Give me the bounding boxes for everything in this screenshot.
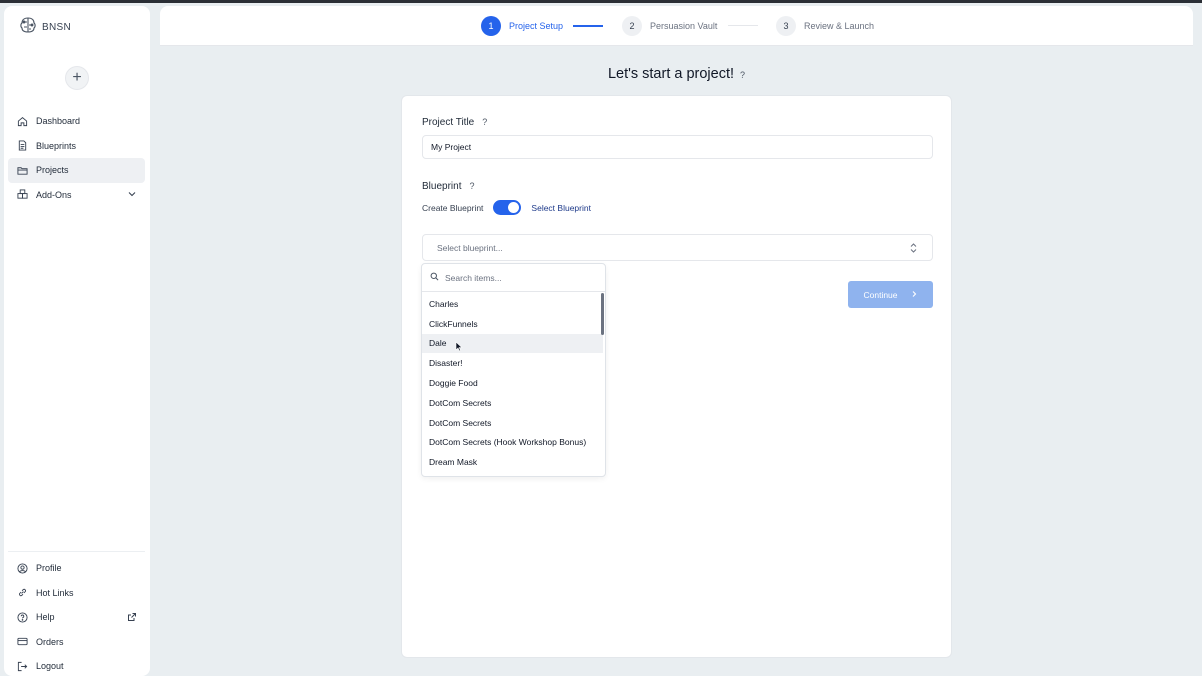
blueprint-label: Blueprint? — [422, 181, 474, 192]
folder-icon — [16, 164, 28, 176]
mouse-cursor-icon — [455, 341, 463, 352]
project-title-input[interactable]: My Project — [422, 135, 933, 159]
sidebar-item-label: Orders — [36, 636, 64, 647]
step-label: Review & Launch — [804, 21, 875, 31]
page-title-text: Let's start a project! — [607, 66, 735, 82]
step-label: Persuasion Vault — [650, 21, 718, 31]
sidebar-item-add-ons[interactable]: Add-Ons — [8, 183, 145, 208]
toggle-knob — [508, 202, 520, 213]
continue-button[interactable]: Continue — [848, 281, 933, 308]
search-icon — [430, 272, 445, 283]
dropdown-option[interactable]: DotCom Secrets — [422, 393, 603, 413]
dropdown-option[interactable]: Dream Mask — [422, 452, 603, 472]
brain-logo-icon — [18, 15, 38, 40]
step-label: Project Setup — [509, 21, 564, 31]
sidebar-item-label: Profile — [36, 563, 62, 574]
blueprint-select[interactable]: Select blueprint... — [422, 234, 933, 261]
blueprint-dropdown: Search items... Charles ClickFunnels Dal… — [421, 263, 606, 477]
chevron-updown-icon — [909, 242, 918, 254]
user-icon — [16, 562, 28, 574]
sidebar-item-blueprints[interactable]: Blueprints — [8, 134, 145, 159]
step-review-launch[interactable]: 3 Review & Launch — [776, 16, 874, 36]
dropdown-search-placeholder: Search items... — [445, 272, 502, 283]
sidebar-item-label: Blueprints — [36, 140, 77, 151]
dropdown-option[interactable]: Doggie Food — [422, 373, 603, 393]
sidebar-item-label: Add-Ons — [36, 189, 72, 200]
blueprint-select-placeholder: Select blueprint... — [437, 242, 503, 253]
card-icon — [16, 636, 28, 648]
home-icon — [16, 115, 28, 127]
dropdown-option-hovered[interactable]: Dale — [422, 333, 603, 354]
progress-stepper: 1 Project Setup 2 Persuasion Vault 3 Rev… — [160, 6, 1193, 46]
help-icon[interactable]: ? — [482, 117, 487, 127]
plus-icon: + — [72, 69, 82, 86]
step-number: 3 — [776, 16, 796, 36]
step-connector-active — [573, 25, 603, 27]
step-project-setup[interactable]: 1 Project Setup — [481, 16, 563, 36]
external-link-icon — [126, 611, 137, 622]
sidebar-item-projects[interactable]: Projects — [8, 158, 145, 183]
sidebar-nav: Dashboard Blueprints Projects Add-Ons — [8, 109, 145, 207]
continue-button-label: Continue — [863, 289, 898, 300]
dropdown-scrollbar[interactable] — [601, 293, 604, 335]
project-title-label: Project Title? — [422, 117, 487, 128]
sidebar-item-label: Projects — [36, 165, 69, 176]
document-icon — [16, 140, 28, 152]
chevron-right-icon — [910, 290, 918, 300]
sidebar-item-label: Dashboard — [36, 116, 81, 127]
blueprint-mode-toggle-row: Create Blueprint Select Blueprint — [422, 200, 591, 215]
sidebar-bottom-nav: Profile Hot Links Help Orders Logout — [8, 551, 145, 676]
new-project-button[interactable]: + — [65, 66, 89, 90]
select-blueprint-option[interactable]: Select Blueprint — [531, 203, 591, 213]
dropdown-option[interactable]: DotCom Secrets (Hook Workshop Bonus) — [422, 433, 603, 453]
step-persuasion-vault[interactable]: 2 Persuasion Vault — [622, 16, 717, 36]
link-icon — [16, 587, 28, 599]
sidebar-item-hot-links[interactable]: Hot Links — [8, 581, 145, 606]
project-title-value: My Project — [431, 142, 472, 152]
sidebar-item-profile[interactable]: Profile — [8, 556, 145, 581]
brand-name: BNSN — [42, 22, 71, 33]
project-title-label-text: Project Title — [422, 117, 475, 128]
sidebar-item-dashboard[interactable]: Dashboard — [8, 109, 145, 134]
logout-icon — [16, 660, 28, 672]
chevron-down-icon[interactable] — [126, 189, 137, 200]
dropdown-option[interactable]: Charles — [422, 294, 603, 314]
step-connector — [728, 25, 758, 26]
blueprint-label-text: Blueprint — [422, 181, 462, 192]
step-number: 2 — [622, 16, 642, 36]
sidebar-item-orders[interactable]: Orders — [8, 630, 145, 655]
sidebar-item-logout[interactable]: Logout — [8, 654, 145, 676]
sidebar-item-help[interactable]: Help — [8, 605, 145, 630]
dropdown-option[interactable]: Disaster! — [422, 353, 603, 373]
blueprint-mode-toggle[interactable] — [493, 200, 522, 215]
sidebar-item-label: Help — [36, 612, 55, 623]
create-blueprint-option[interactable]: Create Blueprint — [422, 203, 483, 213]
dropdown-search-input[interactable]: Search items... — [422, 264, 605, 292]
dropdown-list: Charles ClickFunnels Dale Disaster! Dogg… — [422, 294, 603, 472]
window-top-bar — [0, 0, 1202, 3]
main-content: 1 Project Setup 2 Persuasion Vault 3 Rev… — [160, 6, 1193, 676]
dropdown-option[interactable]: DotCom Secrets — [422, 413, 603, 433]
sidebar-item-label: Logout — [36, 661, 64, 672]
addons-icon — [16, 189, 28, 201]
sidebar: BNSN + Dashboard Blueprints Projects Add… — [4, 6, 150, 676]
step-number: 1 — [481, 16, 501, 36]
help-icon[interactable]: ? — [469, 181, 474, 191]
sidebar-item-label: Hot Links — [36, 587, 74, 598]
help-icon — [16, 611, 28, 623]
brand[interactable]: BNSN — [18, 15, 71, 40]
page-title: Let's start a project!? — [160, 66, 1193, 82]
dropdown-option[interactable]: ClickFunnels — [422, 314, 603, 334]
help-icon[interactable]: ? — [740, 70, 745, 80]
